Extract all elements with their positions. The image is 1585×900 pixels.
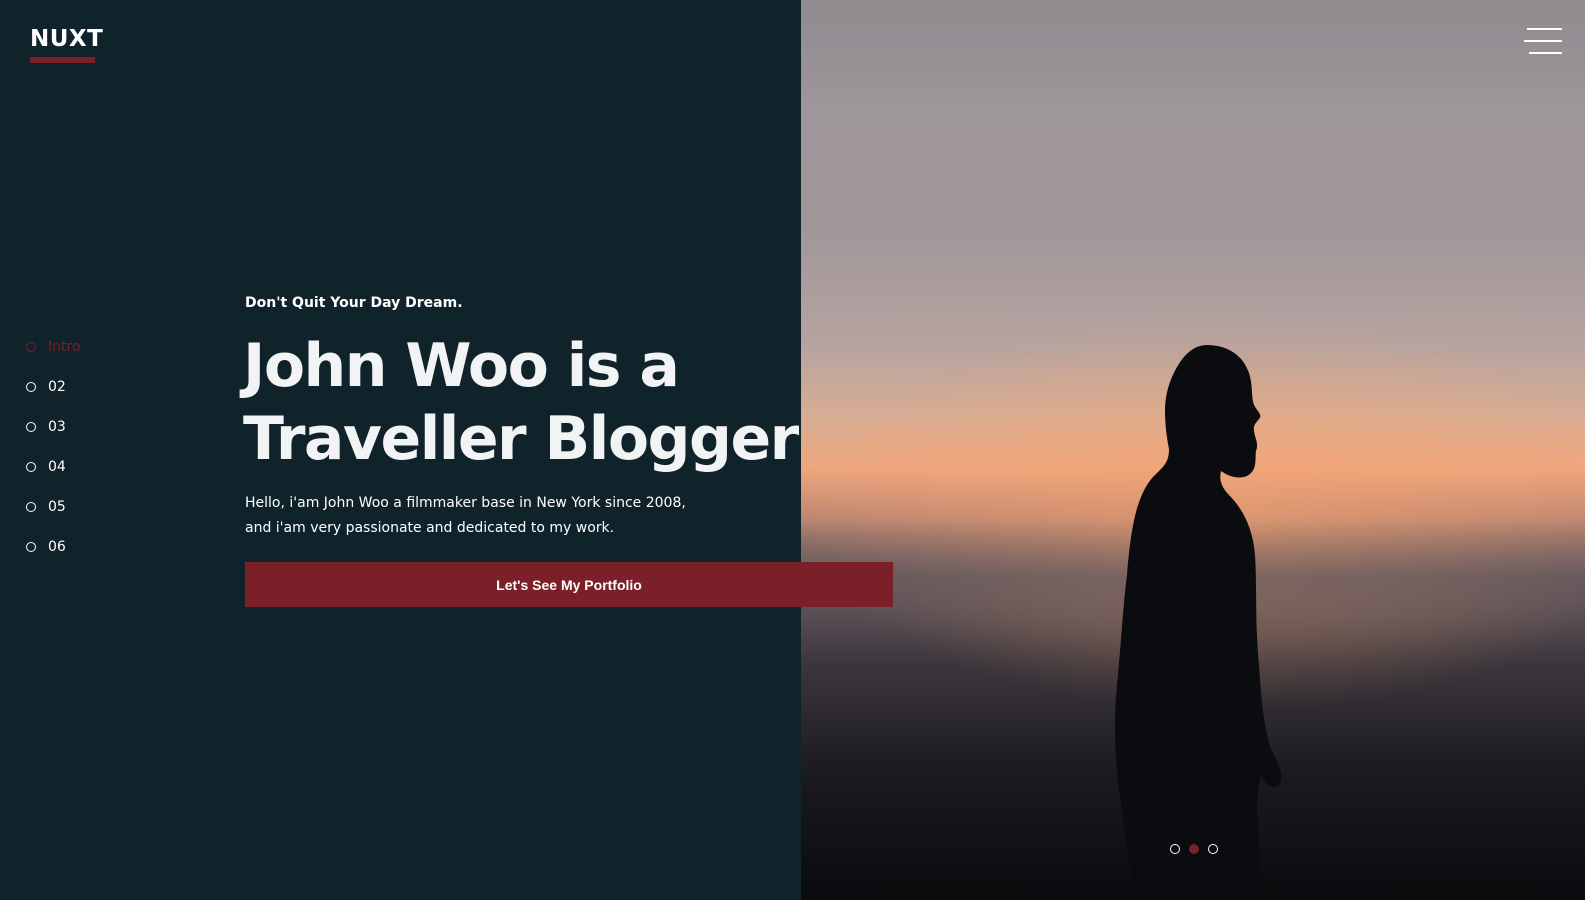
- section-nav-item-06[interactable]: 06: [26, 538, 81, 578]
- circle-icon: [26, 382, 36, 392]
- section-nav-label: 05: [48, 499, 66, 515]
- section-nav-item-intro[interactable]: Intro: [26, 338, 81, 378]
- section-nav-label: Intro: [48, 339, 81, 355]
- circle-icon: [26, 342, 36, 352]
- circle-icon: [26, 422, 36, 432]
- circle-icon: [26, 542, 36, 552]
- hamburger-bar-bottom: [1529, 52, 1562, 54]
- hamburger-bar-middle: [1524, 40, 1562, 42]
- site-logo[interactable]: NUXT: [30, 26, 103, 52]
- portfolio-button[interactable]: Let's See My Portfolio: [245, 562, 893, 607]
- hero-headline: John Woo is a Traveller Blogger: [243, 330, 803, 476]
- man-silhouette-image: [1114, 345, 1282, 900]
- section-nav-item-04[interactable]: 04: [26, 458, 81, 498]
- section-nav-label: 06: [48, 539, 66, 555]
- section-nav: Intro 02 03 04 05 06: [26, 338, 81, 578]
- hero-headline-line-2: Traveller Blogger: [243, 404, 799, 474]
- section-nav-label: 02: [48, 379, 66, 395]
- hero-photo: [801, 0, 1585, 900]
- section-nav-item-05[interactable]: 05: [26, 498, 81, 538]
- slider-pagination: [1170, 844, 1218, 854]
- section-nav-label: 03: [48, 419, 66, 435]
- hero-tagline: Don't Quit Your Day Dream.: [245, 295, 463, 311]
- hero-intro-line-1: Hello, i'am John Woo a filmmaker base in…: [245, 495, 686, 511]
- hero-headline-line-1: John Woo is a: [243, 331, 680, 401]
- logo-underline: [30, 57, 95, 63]
- slider-dot-2[interactable]: [1189, 844, 1199, 854]
- hero-intro-line-2: and i'am very passionate and dedicated t…: [245, 520, 615, 536]
- slider-dot-1[interactable]: [1170, 844, 1180, 854]
- slider-dot-3[interactable]: [1208, 844, 1218, 854]
- section-nav-label: 04: [48, 459, 66, 475]
- section-nav-item-02[interactable]: 02: [26, 378, 81, 418]
- circle-icon: [26, 502, 36, 512]
- page: NUXT Intro 02 03 04 05 06 Don't Quit You…: [0, 0, 1585, 900]
- circle-icon: [26, 462, 36, 472]
- hero-intro-text: Hello, i'am John Woo a filmmaker base in…: [245, 491, 705, 541]
- hamburger-bar-top: [1527, 28, 1562, 30]
- section-nav-item-03[interactable]: 03: [26, 418, 81, 458]
- hamburger-icon[interactable]: [1524, 26, 1562, 56]
